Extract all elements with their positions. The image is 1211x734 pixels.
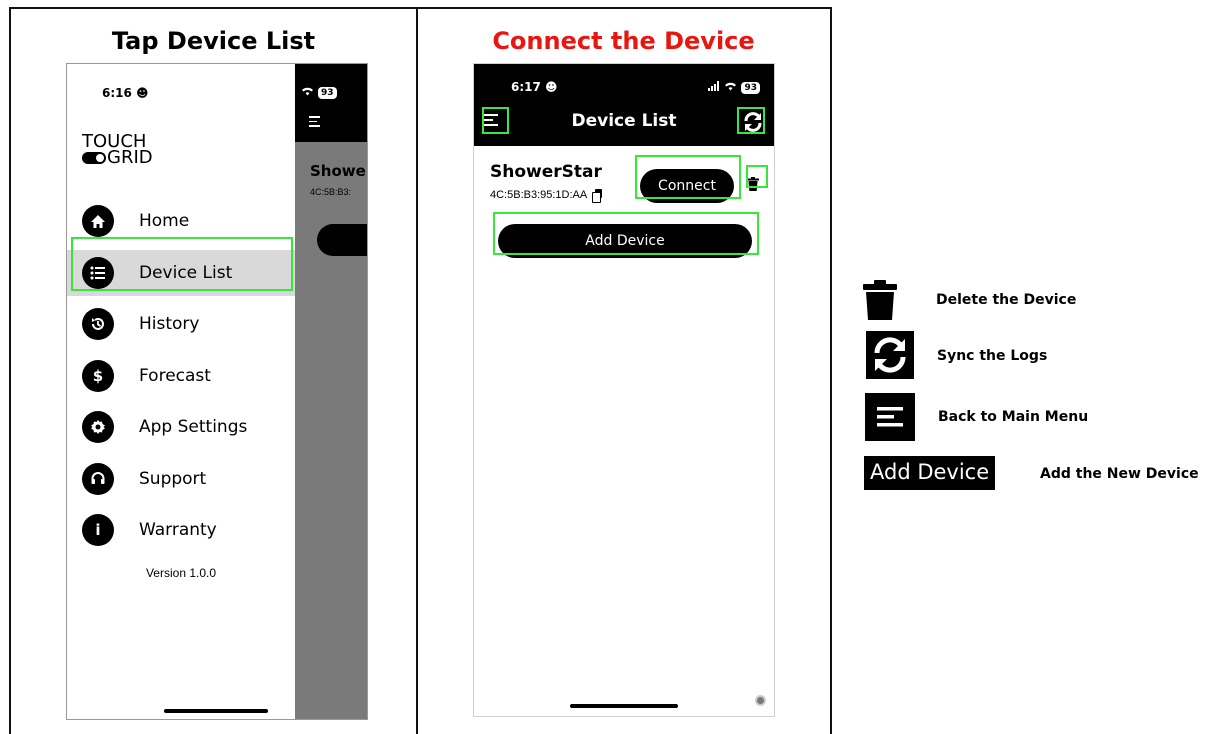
sync-icon [866,331,914,379]
copy-icon[interactable] [592,189,603,203]
highlight-add-device-button [493,212,759,255]
wifi-icon [301,86,314,99]
drawer-phone-screen: 93 Showe 4C:5B:B3: 6:16 ☻ TOUCH GRID Hom… [66,63,368,720]
trash-icon [863,280,897,320]
legend-add-label: Add the New Device [1040,466,1199,482]
battery-indicator: 93 [318,86,337,99]
menu-label: Warranty [139,520,217,540]
home-icon [82,205,114,237]
status-time: 6:16 ☻ [102,86,149,100]
background-app: 93 Showe 4C:5B:B3: [295,64,367,719]
device-name: ShowerStar [490,162,602,182]
headset-icon [82,463,114,495]
assistive-touch-icon[interactable] [755,695,766,706]
toggle-icon [82,152,106,164]
home-indicator [164,709,268,713]
info-icon: i [82,514,114,546]
signal-icon [708,81,720,94]
status-icons: 93 [708,81,760,94]
menu-item-support[interactable]: Support [67,456,295,502]
navigation-drawer: 6:16 ☻ TOUCH GRID Home Device List Histo… [67,64,295,719]
background-connect-button [317,224,367,256]
middle-panel: Connect the Device 6:17 ☻ 93 Device List [417,7,832,734]
highlight-device-list [71,237,293,291]
logo-bottom-text: GRID [107,147,153,168]
menu-item-warranty[interactable]: i Warranty [67,507,295,553]
status-time: 6:17 ☻ [511,80,558,94]
left-panel-title: Tap Device List [111,27,316,55]
menu-icon [309,116,320,130]
menu-label: History [139,314,200,334]
page-title: Device List [571,111,677,131]
highlight-connect-button [635,155,741,199]
background-header [295,64,367,142]
app-header: 6:17 ☻ 93 Device List [474,64,774,146]
menu-item-history[interactable]: History [67,301,295,347]
wifi-icon [724,81,737,94]
highlight-menu-icon [482,107,509,134]
highlight-trash-icon [746,165,768,188]
menu-label: Forecast [139,366,211,386]
left-panel: Tap Device List 93 Showe 4C:5B:B3: 6:16 … [9,7,418,734]
menu-item-app-settings[interactable]: App Settings [67,404,295,450]
highlight-sync-icon [737,107,765,134]
background-device-mac: 4C:5B:B3: [310,187,352,197]
menu-label: Support [139,469,207,489]
device-mac: 4C:5B:B3:95:1D:AA [490,189,603,203]
middle-panel-title: Connect the Device [492,27,755,55]
menu-label: App Settings [139,417,248,437]
legend-delete-label: Delete the Device [936,292,1077,308]
status-icons: 93 [301,86,337,99]
add-device-sample: Add Device [864,456,996,490]
dollar-icon: $ [82,360,114,392]
app-version: Version 1.0.0 [145,566,217,580]
history-icon [82,308,114,340]
menu-item-forecast[interactable]: $ Forecast [67,353,295,399]
touchgrid-logo: TOUCH GRID [82,133,153,168]
battery-indicator: 93 [741,81,760,94]
background-device-name: Showe [310,162,366,180]
legend-sync-label: Sync the Logs [937,348,1048,364]
home-indicator [570,704,678,708]
gear-icon [82,411,114,443]
device-mac-text: 4C:5B:B3:95:1D:AA [490,189,588,201]
menu-icon [865,393,915,441]
legend-menu-label: Back to Main Menu [938,409,1089,425]
menu-label: Home [139,211,190,231]
